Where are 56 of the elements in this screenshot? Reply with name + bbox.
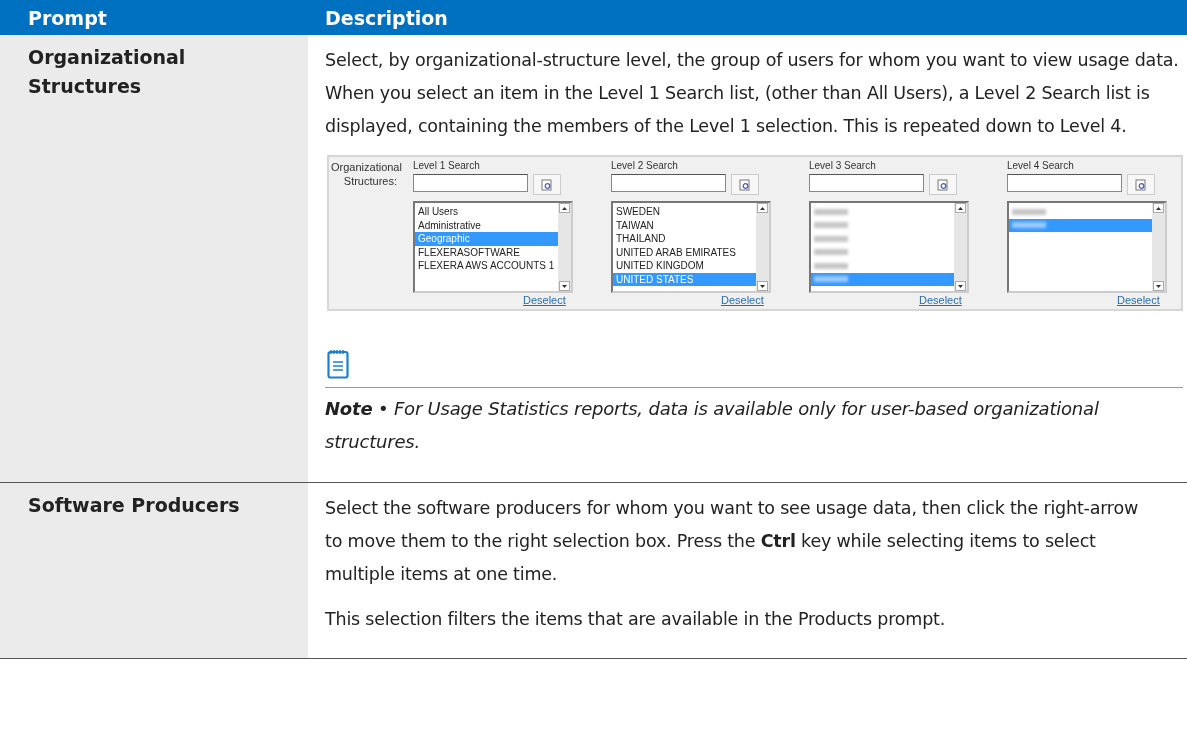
deselect-link[interactable]: Deselect: [721, 293, 764, 307]
level-title: Level 3 Search: [809, 160, 877, 172]
list-box[interactable]: [1007, 201, 1167, 293]
list-item[interactable]: TAIWAN: [613, 218, 756, 232]
scrollbar[interactable]: [1152, 203, 1165, 291]
level-title: Level 1 Search: [413, 160, 481, 172]
scroll-down-icon[interactable]: [958, 284, 963, 288]
note-text: Note • For Usage Statistics reports, data is available only for user-based organizational structures.: [325, 397, 1100, 454]
search-button[interactable]: [1127, 174, 1155, 195]
list-box[interactable]: SWEDEN TAIWAN THAILAND UNITED ARAB EMIRATES UNITED KINGDOM UNITED STATES: [611, 201, 771, 293]
column-header: Prompt: [28, 6, 107, 29]
search-field[interactable]: [611, 174, 726, 192]
form-label: Organizational Structures:: [331, 160, 403, 189]
description-paragraph: Select the software producers for whom you want to see usage data, then click the right-arrow to move them to the right selection box. Press the Ctrl key while selecting items to select multiple items at one time.: [325, 497, 1140, 586]
search-button[interactable]: [731, 174, 759, 195]
scrollbar[interactable]: [954, 203, 967, 291]
search-button[interactable]: [929, 174, 957, 195]
scroll-up-icon[interactable]: [958, 206, 963, 210]
list-item[interactable]: All Users: [415, 205, 558, 219]
search-icon: [541, 178, 553, 191]
deselect-link[interactable]: Deselect: [523, 293, 566, 307]
list-item[interactable]: UNITED KINGDOM: [613, 259, 756, 273]
search-field[interactable]: [413, 174, 528, 192]
scroll-up-icon[interactable]: [1156, 206, 1161, 210]
prompt-name: Organizational Structures: [28, 45, 187, 99]
scroll-up-icon[interactable]: [760, 206, 765, 210]
list-item[interactable]: UNITED ARAB EMIRATES: [613, 245, 756, 259]
level-title: Level 2 Search: [611, 160, 679, 172]
search-icon: [1135, 178, 1147, 191]
deselect-link[interactable]: Deselect: [919, 293, 962, 307]
description-paragraph: This selection filters the items that are available in the Products prompt.: [325, 608, 947, 631]
list-item[interactable]: FLEXERA AWS ACCOUNTS 1: [415, 259, 558, 273]
list-item[interactable]: Administrative: [415, 218, 558, 232]
search-field[interactable]: [1007, 174, 1122, 192]
scroll-down-icon[interactable]: [760, 284, 765, 288]
list-item[interactable]: FLEXERASOFTWARE: [415, 245, 558, 259]
description-paragraph: Select, by organizational-structure level, the group of users for whom you want to view usage data. When you select an item in the Level 1 Search list, (other than All Users), a Level 2 Search list is displayed, containing the members of the Level 1 selection. This is repeated down to Level 4.: [325, 49, 1180, 138]
prompt-name: Software Producers: [28, 493, 241, 518]
deselect-link[interactable]: Deselect: [1117, 293, 1160, 307]
list-box[interactable]: All Users Administrative Geographic FLEXERASOFTWARE FLEXERA AWS ACCOUNTS 1: [413, 201, 573, 293]
search-icon: [937, 178, 949, 191]
scroll-down-icon[interactable]: [1156, 284, 1161, 288]
scroll-up-icon[interactable]: [562, 206, 567, 210]
search-icon: [739, 178, 751, 191]
search-button[interactable]: [533, 174, 561, 195]
scrollbar[interactable]: [756, 203, 769, 291]
level-title: Level 4 Search: [1007, 160, 1075, 172]
scroll-down-icon[interactable]: [562, 284, 567, 288]
list-box[interactable]: [809, 201, 969, 293]
blurred-list-item[interactable]: [1009, 218, 1152, 232]
scrollbar[interactable]: [558, 203, 571, 291]
list-item[interactable]: SWEDEN: [613, 205, 756, 219]
list-item[interactable]: THAILAND: [613, 232, 756, 246]
column-header: Description: [325, 6, 448, 29]
notepad-icon: [327, 349, 349, 379]
search-field[interactable]: [809, 174, 924, 192]
